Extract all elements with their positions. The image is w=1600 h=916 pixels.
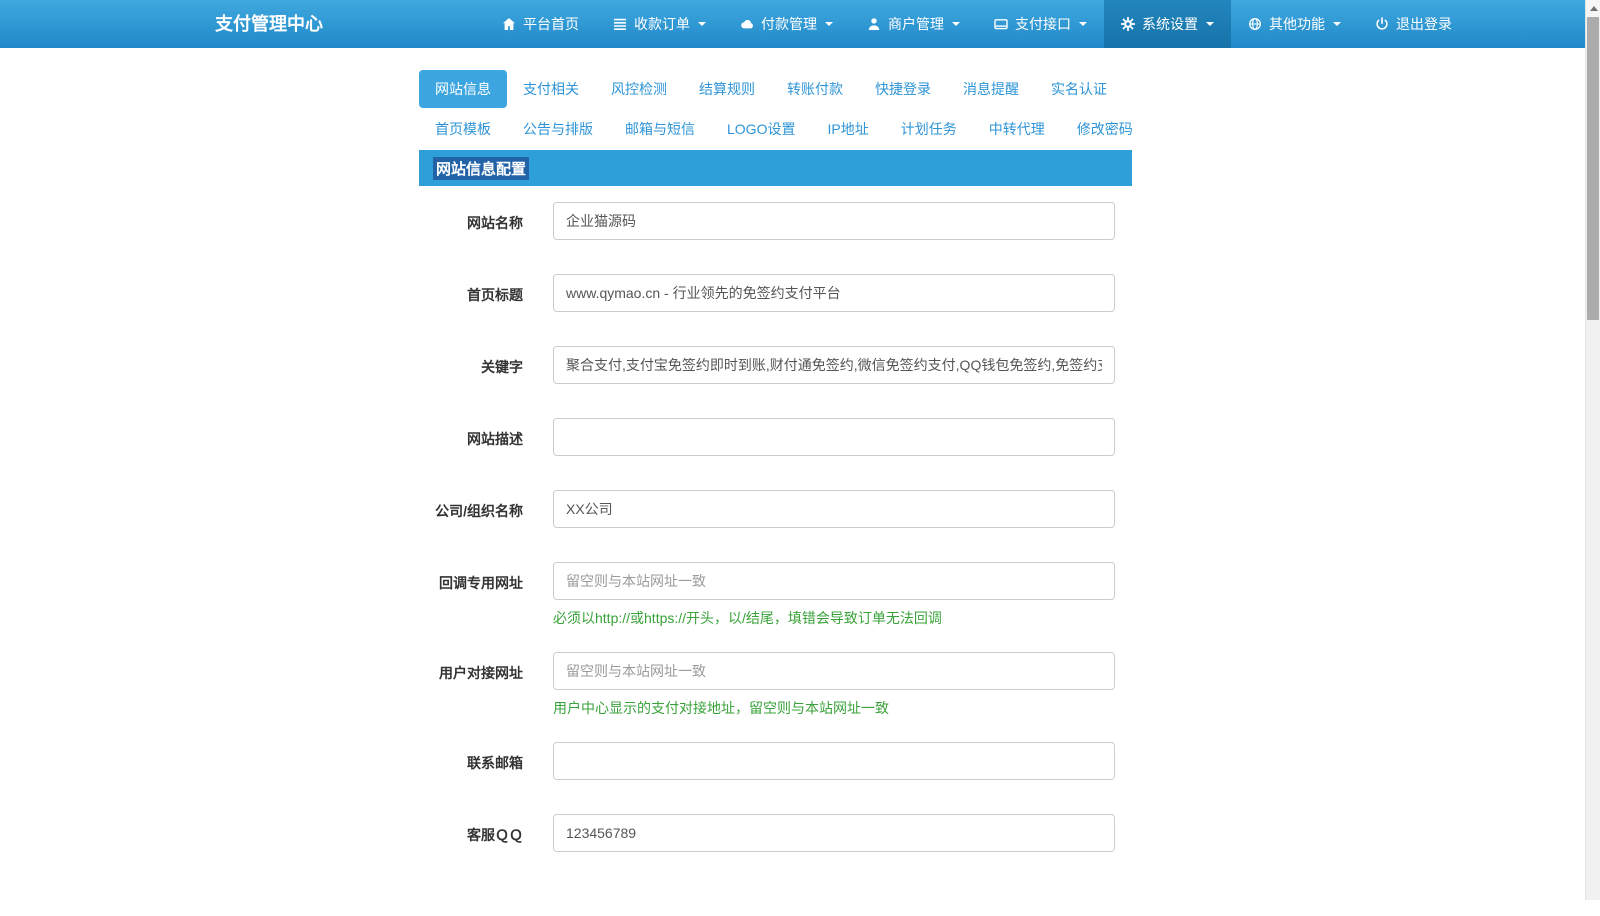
field-wrap-callback-url: 必须以http://或https://开头，以/结尾，填错会导致订单无法回调 (553, 562, 1115, 628)
field-wrap-keywords (553, 346, 1115, 384)
service-qq-field[interactable] (553, 814, 1115, 852)
cloud-icon (740, 17, 754, 31)
scrollbar-thumb[interactable] (1587, 17, 1599, 320)
nav-item-label: 退出登录 (1396, 16, 1452, 32)
tab-transfer-payment[interactable]: 转账付款 (771, 70, 859, 108)
nav-item-platform-home[interactable]: 平台首页 (485, 0, 596, 48)
field-label-home-title: 首页标题 (467, 287, 523, 303)
form-row-keywords: 关键字 (419, 346, 1115, 384)
field-wrap-contact-email (553, 742, 1115, 780)
home-title-field[interactable] (553, 274, 1115, 312)
tab-relay-proxy[interactable]: 中转代理 (973, 112, 1061, 146)
home-icon (502, 17, 516, 31)
tab-settlement-rules[interactable]: 结算规则 (683, 70, 771, 108)
tab-site-info[interactable]: 网站信息 (419, 70, 507, 108)
field-wrap-company-name (553, 490, 1115, 528)
site-name-field[interactable] (553, 202, 1115, 240)
form-row-callback-url: 回调专用网址必须以http://或https://开头，以/结尾，填错会导致订单… (419, 562, 1115, 628)
tab-quick-login[interactable]: 快捷登录 (859, 70, 947, 108)
contact-email-field[interactable] (553, 742, 1115, 780)
nav-item-label: 平台首页 (523, 16, 579, 32)
form-row-site-description: 网站描述 (419, 418, 1115, 456)
field-label-service-qq: 客服ＱＱ (467, 827, 523, 843)
form-row-site-name: 网站名称 (419, 202, 1115, 240)
form-row-contact-email: 联系邮箱 (419, 742, 1115, 780)
keywords-field[interactable] (553, 346, 1115, 384)
scrollbar-track[interactable] (1585, 0, 1600, 900)
field-wrap-site-description (553, 418, 1115, 456)
tab-notice-layout[interactable]: 公告与排版 (507, 112, 609, 146)
panel-title: 网站信息配置 (433, 156, 530, 180)
chevron-down-icon (698, 22, 706, 26)
tab-logo-settings[interactable]: LOGO设置 (711, 112, 811, 146)
tab-payment-related[interactable]: 支付相关 (507, 70, 595, 108)
nav-item-label: 系统设置 (1142, 16, 1198, 32)
tab-message-notify[interactable]: 消息提醒 (947, 70, 1035, 108)
chevron-down-icon (1079, 22, 1087, 26)
nav-item-label: 付款管理 (761, 16, 817, 32)
scrollbar-up-arrow-icon (1589, 6, 1598, 11)
form-row-home-title: 首页标题 (419, 274, 1115, 312)
tab-email-sms[interactable]: 邮箱与短信 (609, 112, 711, 146)
nav-item-label: 其他功能 (1269, 16, 1325, 32)
scrollbar-up-button[interactable] (1586, 0, 1600, 17)
globe-icon (1248, 17, 1262, 31)
site-info-panel: 网站信息配置 网站名称首页标题关键字网站描述公司/组织名称回调专用网址必须以ht… (419, 150, 1132, 916)
form-row-company-name: 公司/组织名称 (419, 490, 1115, 528)
field-label-keywords: 关键字 (481, 359, 523, 375)
tab-cron-tasks[interactable]: 计划任务 (885, 112, 973, 146)
app-title: 支付管理中心 (215, 14, 323, 34)
user-api-url-field[interactable] (553, 652, 1115, 690)
navbar-menu: 平台首页 收款订单 付款管理 商户管理 支付接口 系统设置 其他功能 退出登录 (485, 0, 1469, 48)
nav-item-payment-mgmt[interactable]: 付款管理 (723, 0, 850, 48)
nav-item-merchant-mgmt[interactable]: 商户管理 (850, 0, 977, 48)
tab-realname-auth[interactable]: 实名认证 (1035, 70, 1123, 108)
gear-icon (1121, 17, 1135, 31)
field-label-contact-email: 联系邮箱 (467, 755, 523, 771)
field-label-site-description: 网站描述 (467, 431, 523, 447)
tab-risk-control[interactable]: 风控检测 (595, 70, 683, 108)
site-description-field[interactable] (553, 418, 1115, 456)
nav-item-label: 商户管理 (888, 16, 944, 32)
nav-item-collect-orders[interactable]: 收款订单 (596, 0, 723, 48)
panel-header: 网站信息配置 (419, 150, 1132, 186)
field-hint-user-api-url: 用户中心显示的支付对接地址，留空则与本站网址一致 (553, 700, 889, 716)
nav-item-label: 支付接口 (1015, 16, 1071, 32)
top-navbar: 支付管理中心 平台首页 收款订单 付款管理 商户管理 支付接口 系统设置 其他功能 退出登录 (0, 0, 1585, 48)
form-row-user-api-url: 用户对接网址用户中心显示的支付对接地址，留空则与本站网址一致 (419, 652, 1115, 718)
site-info-form: 网站名称首页标题关键字网站描述公司/组织名称回调专用网址必须以http://或h… (419, 186, 1132, 916)
company-name-field[interactable] (553, 490, 1115, 528)
field-wrap-site-name (553, 202, 1115, 240)
form-row-service-qq: 客服ＱＱ (419, 814, 1115, 852)
chevron-down-icon (825, 22, 833, 26)
settings-tabs-row-2: 首页模板 公告与排版 邮箱与短信 LOGO设置 IP地址 计划任务 中转代理 修改密码 (419, 112, 1133, 146)
list-icon (613, 17, 627, 31)
nav-item-payment-api[interactable]: 支付接口 (977, 0, 1104, 48)
field-wrap-user-api-url: 用户中心显示的支付对接地址，留空则与本站网址一致 (553, 652, 1115, 718)
chevron-down-icon (952, 22, 960, 26)
field-wrap-service-qq (553, 814, 1115, 852)
field-hint-callback-url: 必须以http://或https://开头，以/结尾，填错会导致订单无法回调 (553, 610, 942, 626)
nav-item-other-functions[interactable]: 其他功能 (1231, 0, 1358, 48)
nav-item-system-settings[interactable]: 系统设置 (1104, 0, 1231, 48)
tab-home-template[interactable]: 首页模板 (419, 112, 507, 146)
field-label-company-name: 公司/组织名称 (435, 503, 523, 519)
settings-tabs-row-1: 网站信息 支付相关 风控检测 结算规则 转账付款 快捷登录 消息提醒 实名认证 (419, 70, 1132, 108)
nav-item-label: 收款订单 (634, 16, 690, 32)
nav-item-logout[interactable]: 退出登录 (1358, 0, 1469, 48)
card-icon (994, 17, 1008, 31)
main-content: 网站信息 支付相关 风控检测 结算规则 转账付款 快捷登录 消息提醒 实名认证 首页模板 公告与… (419, 70, 1133, 916)
callback-url-field[interactable] (553, 562, 1115, 600)
field-label-user-api-url: 用户对接网址 (439, 665, 523, 681)
field-label-callback-url: 回调专用网址 (439, 575, 523, 591)
power-icon (1375, 17, 1389, 31)
chevron-down-icon (1333, 22, 1341, 26)
user-icon (867, 17, 881, 31)
field-label-site-name: 网站名称 (467, 215, 523, 231)
tab-change-password[interactable]: 修改密码 (1061, 112, 1149, 146)
field-wrap-home-title (553, 274, 1115, 312)
chevron-down-icon (1206, 22, 1214, 26)
tab-ip-address[interactable]: IP地址 (811, 112, 884, 146)
